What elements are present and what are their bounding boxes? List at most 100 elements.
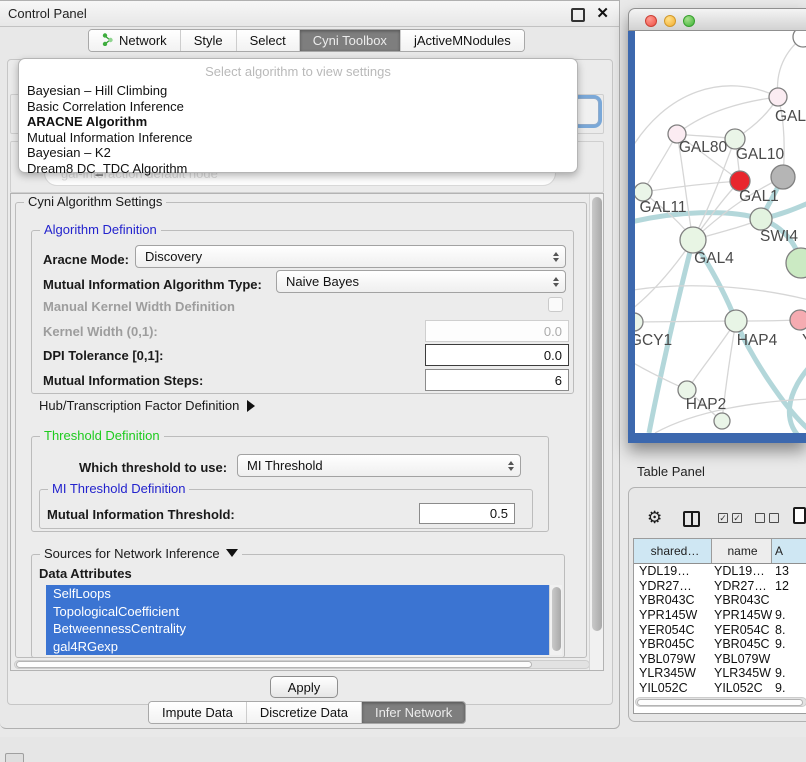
- table-row[interactable]: YLR345WYLR345W9.: [634, 666, 806, 681]
- table-cell: 9.: [772, 666, 806, 680]
- tab-style[interactable]: Style: [181, 30, 237, 51]
- unchecked-checkbox-icon[interactable]: [769, 513, 779, 523]
- table-cell: YBR045C: [634, 637, 712, 651]
- checked-checkbox-icon[interactable]: ✓: [732, 513, 742, 523]
- tab-network[interactable]: Network: [89, 30, 181, 51]
- network-node[interactable]: [725, 310, 747, 332]
- attribute-list-scrollbar[interactable]: [549, 585, 562, 655]
- network-node-label: GAL4: [694, 250, 734, 267]
- panel-collapse-button[interactable]: [5, 753, 24, 762]
- table-row[interactable]: YDR27…YDR27…12: [634, 579, 806, 594]
- network-node-label: GAL1: [739, 188, 779, 205]
- sources-title[interactable]: Sources for Network Inference: [40, 546, 242, 561]
- attribute-list-item[interactable]: SelfLoops: [46, 585, 549, 603]
- table-cell: YDL19…: [712, 564, 772, 578]
- checked-checkbox-icon[interactable]: ✓: [718, 513, 728, 523]
- manual-kernel-checkbox[interactable]: [548, 297, 563, 312]
- attribute-list-item[interactable]: TopologicalCoefficient: [46, 603, 549, 621]
- table-row[interactable]: YBR045CYBR045C9.: [634, 637, 806, 652]
- algorithm-option[interactable]: ARACNE Algorithm: [19, 114, 577, 130]
- network-view-window: GALGAL80GAL10GAL1GAL11SWI4GAL4GCY1HAP4YH…: [628, 8, 806, 443]
- table-row[interactable]: YBL079WYBL079W: [634, 652, 806, 667]
- table-panel-window: ⚙ ✓ ✓ shared… name A YDL19…YDL19…13YDR27…: [628, 487, 806, 722]
- settings-horizontal-scrollbar[interactable]: [14, 660, 590, 669]
- table-row[interactable]: YIL052CYIL052C9.: [634, 681, 806, 696]
- network-node[interactable]: [750, 208, 772, 230]
- document-icon[interactable]: [793, 507, 806, 524]
- attribute-list-item[interactable]: BetweennessCentrality: [46, 620, 549, 638]
- float-window-icon[interactable]: [571, 8, 585, 22]
- tab-impute-data[interactable]: Impute Data: [149, 702, 247, 723]
- network-node-label: HAP2: [686, 396, 727, 413]
- algorithm-option[interactable]: Bayesian – K2: [19, 145, 577, 161]
- algorithm-option[interactable]: Bayesian – Hill Climbing: [19, 83, 577, 99]
- network-node[interactable]: [714, 413, 730, 429]
- apply-button[interactable]: Apply: [270, 676, 338, 698]
- gear-icon[interactable]: ⚙: [647, 508, 662, 528]
- which-threshold-combo[interactable]: MI Threshold: [237, 454, 521, 477]
- mi-threshold-label: Mutual Information Threshold:: [47, 507, 235, 522]
- table-row[interactable]: YER054CYER054C8.: [634, 622, 806, 637]
- manual-kernel-label: Manual Kernel Width Definition: [43, 299, 235, 314]
- network-canvas[interactable]: GALGAL80GAL10GAL1GAL11SWI4GAL4GCY1HAP4YH…: [635, 31, 806, 433]
- stepper-icon: [553, 277, 559, 287]
- tab-discretize-data[interactable]: Discretize Data: [247, 702, 362, 723]
- attribute-list-item[interactable]: gal4RGexp: [46, 638, 549, 656]
- network-node[interactable]: [790, 310, 806, 330]
- table-row[interactable]: YPR145WYPR145W9.: [634, 608, 806, 623]
- table-cell: 13: [772, 564, 806, 578]
- network-node[interactable]: [635, 313, 643, 331]
- network-icon: [102, 33, 114, 49]
- kernel-width-field[interactable]: 0.0: [425, 320, 569, 342]
- tab-select[interactable]: Select: [237, 30, 300, 51]
- split-columns-icon[interactable]: [683, 511, 700, 527]
- network-node-label: GAL10: [736, 146, 785, 163]
- network-node[interactable]: [771, 165, 795, 189]
- tab-cyni-toolbox[interactable]: Cyni Toolbox: [300, 30, 401, 51]
- mi-type-combo[interactable]: Naive Bayes: [276, 270, 566, 293]
- mi-threshold-field[interactable]: 0.5: [419, 503, 515, 524]
- close-icon[interactable]: ✕: [596, 4, 609, 22]
- settings-scroll-area: Cyni Algorithm Settings Algorithm Defini…: [10, 193, 604, 671]
- table-row[interactable]: YDL19…YDL19…13: [634, 564, 806, 579]
- minimize-traffic-light-icon[interactable]: [664, 15, 676, 27]
- hub-definition-toggle[interactable]: Hub/Transcription Factor Definition: [39, 398, 255, 413]
- zoom-traffic-light-icon[interactable]: [683, 15, 695, 27]
- algorithm-option[interactable]: Basic Correlation Inference: [19, 99, 577, 115]
- stepper-icon: [553, 252, 559, 262]
- network-node[interactable]: [769, 88, 787, 106]
- table-cell: 9.: [772, 681, 806, 695]
- table-cell: YER054C: [634, 623, 712, 637]
- column-header-shared-name[interactable]: shared…: [634, 539, 712, 563]
- tab-jactivemnodules[interactable]: jActiveMNodules: [401, 30, 524, 51]
- table-cell: YIL052C: [634, 681, 712, 695]
- table-cell: YLR345W: [712, 666, 772, 680]
- table-horizontal-scrollbar[interactable]: [635, 697, 806, 707]
- algorithm-option[interactable]: Mutual Information Inference: [19, 130, 577, 146]
- network-node-label: HAP4: [737, 332, 778, 349]
- settings-vertical-scrollbar[interactable]: [589, 194, 603, 670]
- network-node[interactable]: [786, 248, 806, 278]
- aracne-mode-combo[interactable]: Discovery: [135, 245, 566, 268]
- table-cell: YDR27…: [634, 579, 712, 593]
- bottom-tab-bar: Impute Data Discretize Data Infer Networ…: [148, 701, 466, 724]
- column-header-attr[interactable]: A: [772, 539, 806, 563]
- column-header-name[interactable]: name: [712, 539, 772, 563]
- algorithm-option[interactable]: Dream8 DC_TDC Algorithm: [19, 161, 577, 177]
- table-header-row: shared… name A: [634, 539, 806, 564]
- table-row[interactable]: YBR043CYBR043C: [634, 593, 806, 608]
- dpi-tolerance-field[interactable]: 0.0: [425, 344, 569, 366]
- table-panel-title: Table Panel: [637, 464, 705, 479]
- control-panel-titlebar: Control Panel ✕: [0, 1, 619, 27]
- table-cell: YBL079W: [712, 652, 772, 666]
- unchecked-checkbox-icon[interactable]: [755, 513, 765, 523]
- aracne-mode-label: Aracne Mode:: [43, 252, 129, 267]
- mi-steps-field[interactable]: 6: [425, 369, 569, 391]
- data-attributes-list[interactable]: SelfLoopsTopologicalCoefficientBetweenne…: [46, 585, 549, 655]
- network-node-label: GAL11: [639, 199, 686, 216]
- which-threshold-label: Which threshold to use:: [79, 460, 227, 475]
- table-cell: 9.: [772, 637, 806, 651]
- tab-infer-network[interactable]: Infer Network: [362, 702, 465, 723]
- close-traffic-light-icon[interactable]: [645, 15, 657, 27]
- algorithm-dropdown-popup: Select algorithm to view settings Bayesi…: [18, 58, 578, 173]
